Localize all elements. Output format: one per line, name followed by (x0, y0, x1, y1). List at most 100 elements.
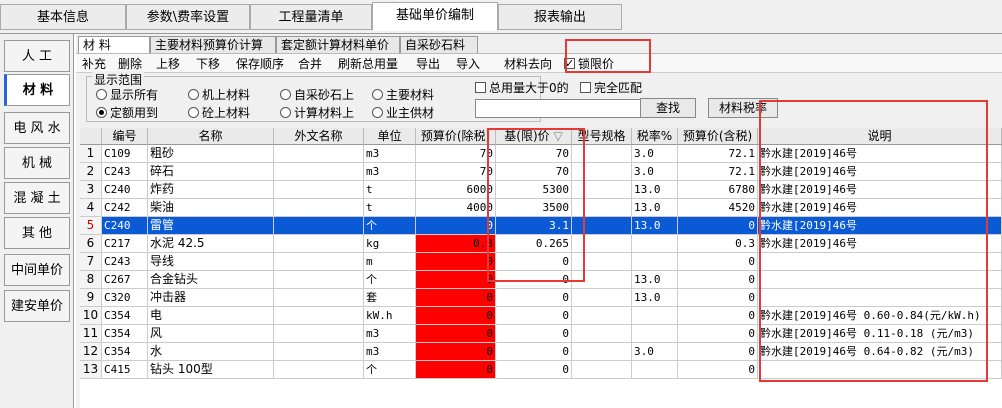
radio-concrete-materials[interactable]: 砼上材料 (188, 105, 250, 121)
cell-tax-rate[interactable]: 13.0 (632, 199, 678, 217)
sidebar-item-power-air-water[interactable]: 电 风 水 (4, 112, 70, 144)
cell-note[interactable]: 黔水建[2019]46号 (758, 163, 1002, 181)
merge-button[interactable]: 合并 (298, 55, 322, 73)
save-order-button[interactable]: 保存顺序 (236, 55, 284, 73)
cell-with-tax-price[interactable]: 0 (678, 343, 758, 361)
subtab-quota-material-calc[interactable]: 套定额计算材料单价 (276, 36, 400, 53)
cell-pre-tax-price[interactable]: 0 (416, 253, 496, 271)
cell-model-spec[interactable] (572, 199, 632, 217)
cell-foreign-name[interactable] (274, 217, 364, 235)
cell-note[interactable]: 黔水建[2019]46号 (758, 217, 1002, 235)
sidebar-item-construction-price[interactable]: 建安单价 (4, 290, 70, 322)
cell-code[interactable]: C354 (102, 307, 148, 325)
cell-name[interactable]: 水泥 42.5 (148, 235, 274, 253)
find-button[interactable]: 查找 (640, 98, 696, 118)
cell-with-tax-price[interactable]: 0 (678, 217, 758, 235)
cell-with-tax-price[interactable]: 0 (678, 325, 758, 343)
cell-unit[interactable]: m3 (364, 343, 416, 361)
cell-model-spec[interactable] (572, 271, 632, 289)
cell-limit-price[interactable]: 0.265 (496, 235, 572, 253)
col-header-limit-price[interactable]: 基(限)价 ▽ (496, 128, 572, 145)
cell-note[interactable] (758, 289, 1002, 307)
cell-tax-rate[interactable] (632, 361, 678, 379)
cell-note[interactable]: 黔水建[2019]46号 0.60-0.84(元/kW.h) (758, 307, 1002, 325)
cell-name[interactable]: 导线 (148, 253, 274, 271)
cell-limit-price[interactable]: 3500 (496, 199, 572, 217)
cell-note[interactable]: 黔水建[2019]46号 (758, 145, 1002, 163)
cell-with-tax-price[interactable]: 0 (678, 307, 758, 325)
cell-code[interactable]: C243 (102, 253, 148, 271)
cell-model-spec[interactable] (572, 307, 632, 325)
cell-with-tax-price[interactable]: 0 (678, 361, 758, 379)
cell-model-spec[interactable] (572, 163, 632, 181)
sidebar-item-intermediate-price[interactable]: 中间单价 (4, 254, 70, 286)
material-destination-button[interactable]: 材料去向 (504, 55, 552, 73)
radio-owner-supplied[interactable]: 业主供材 (372, 105, 434, 121)
col-header-unit[interactable]: 单位 (364, 128, 416, 145)
cell-pre-tax-price[interactable]: 70 (416, 163, 496, 181)
cell-tax-rate[interactable]: 3.0 (632, 343, 678, 361)
cell-name[interactable]: 雷管 (148, 217, 274, 235)
cell-note[interactable]: 黔水建[2019]46号 (758, 199, 1002, 217)
cell-pre-tax-price[interactable]: 0 (416, 343, 496, 361)
cell-foreign-name[interactable] (274, 163, 364, 181)
cell-note[interactable] (758, 271, 1002, 289)
col-header-tax-rate[interactable]: 税率% (632, 128, 678, 145)
cell-name[interactable]: 电 (148, 307, 274, 325)
import-button[interactable]: 导入 (456, 55, 480, 73)
col-header-foreign-name[interactable]: 外文名称 (274, 128, 364, 145)
cell-pre-tax-price[interactable]: 0 (416, 325, 496, 343)
cell-pre-tax-price[interactable]: 0 (416, 217, 496, 235)
radio-machine-materials[interactable]: 机上材料 (188, 87, 250, 103)
cell-pre-tax-price[interactable]: 0 (416, 271, 496, 289)
tab-report-output[interactable]: 报表输出 (498, 4, 622, 30)
cell-code[interactable]: C243 (102, 163, 148, 181)
cell-pre-tax-price[interactable]: 4000 (416, 199, 496, 217)
cell-unit[interactable]: m3 (364, 325, 416, 343)
cell-tax-rate[interactable]: 13.0 (632, 271, 678, 289)
col-header-code[interactable]: 编号 (102, 128, 148, 145)
cell-foreign-name[interactable] (274, 271, 364, 289)
cell-foreign-name[interactable] (274, 307, 364, 325)
cell-code[interactable]: C240 (102, 181, 148, 199)
cell-foreign-name[interactable] (274, 361, 364, 379)
cell-with-tax-price[interactable]: 0 (678, 253, 758, 271)
radio-quota-used[interactable]: 定额用到 (96, 105, 158, 121)
cell-limit-price[interactable]: 0 (496, 253, 572, 271)
tab-basic-info[interactable]: 基本信息 (0, 4, 126, 30)
sidebar-item-machinery[interactable]: 机 械 (4, 147, 70, 179)
cell-pre-tax-price[interactable]: 6000 (416, 181, 496, 199)
cell-unit[interactable]: t (364, 199, 416, 217)
cell-limit-price[interactable]: 5300 (496, 181, 572, 199)
cell-model-spec[interactable] (572, 289, 632, 307)
cell-name[interactable]: 冲击器 (148, 289, 274, 307)
lock-limit-price-checkbox[interactable]: 锁限价 (564, 55, 614, 73)
cell-limit-price[interactable]: 3.1 (496, 217, 572, 235)
cell-unit[interactable]: m3 (364, 163, 416, 181)
cell-unit[interactable]: 个 (364, 271, 416, 289)
col-header-pre-tax-price[interactable]: 预算价(除税) (416, 128, 496, 145)
sidebar-item-other[interactable]: 其 他 (4, 217, 70, 249)
cell-model-spec[interactable] (572, 181, 632, 199)
cell-model-spec[interactable] (572, 145, 632, 163)
cell-code[interactable]: C217 (102, 235, 148, 253)
cell-limit-price[interactable]: 0 (496, 325, 572, 343)
search-input[interactable] (475, 99, 643, 118)
cell-foreign-name[interactable] (274, 235, 364, 253)
cell-tax-rate[interactable]: 13.0 (632, 289, 678, 307)
cell-with-tax-price[interactable]: 0 (678, 289, 758, 307)
cell-note[interactable] (758, 253, 1002, 271)
subtab-self-quarried-aggregate[interactable]: 自采砂石料 (400, 36, 478, 53)
cell-model-spec[interactable] (572, 325, 632, 343)
cell-name[interactable]: 水 (148, 343, 274, 361)
cell-name[interactable]: 合金钻头 (148, 271, 274, 289)
cell-unit[interactable]: 个 (364, 361, 416, 379)
tab-params-rates[interactable]: 参数\费率设置 (126, 4, 250, 30)
cell-code[interactable]: C320 (102, 289, 148, 307)
cell-tax-rate[interactable] (632, 235, 678, 253)
cell-with-tax-price[interactable]: 4520 (678, 199, 758, 217)
cell-note[interactable]: 黔水建[2019]46号 0.64-0.82 (元/m3) (758, 343, 1002, 361)
cell-foreign-name[interactable] (274, 145, 364, 163)
col-header-model-spec[interactable]: 型号规格 (572, 128, 632, 145)
cell-name[interactable]: 炸药 (148, 181, 274, 199)
